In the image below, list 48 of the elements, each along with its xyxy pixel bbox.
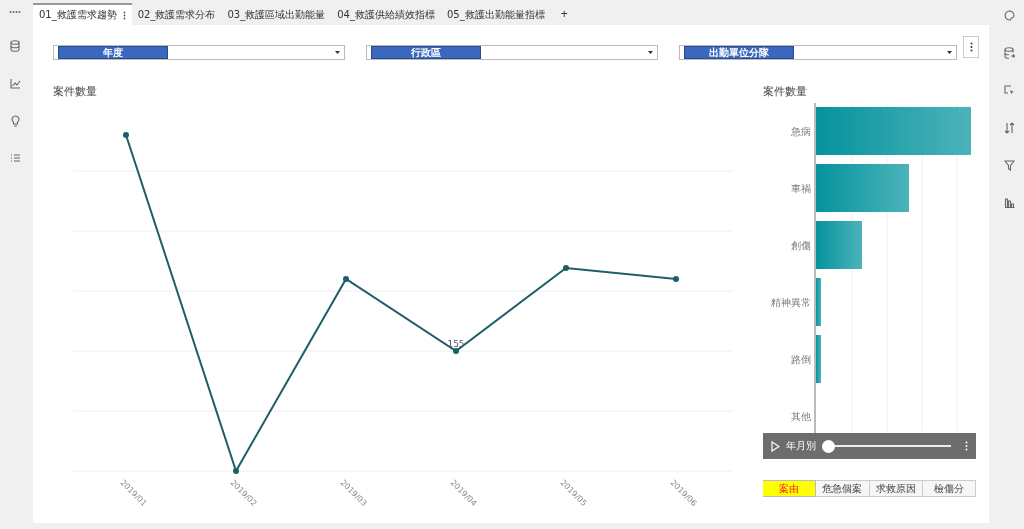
chart-title: 案件數量 — [763, 84, 808, 99]
play-icon[interactable] — [771, 440, 780, 452]
toggle-button[interactable]: 檢傷分 — [922, 480, 976, 497]
tab[interactable]: 02_救護需求分布 — [131, 3, 222, 25]
database-icon[interactable] — [10, 40, 20, 52]
bar — [816, 221, 862, 269]
dropdown[interactable]: 行政區 — [366, 45, 658, 60]
slider-thumb[interactable] — [822, 439, 835, 453]
dropdown[interactable]: 年度 — [53, 45, 345, 60]
data-point — [453, 348, 459, 354]
data-label: 155 — [447, 339, 465, 349]
bar — [816, 335, 821, 383]
axis-label: 其他 — [791, 411, 811, 422]
palette-icon[interactable] — [1003, 10, 1015, 21]
slider-label: 年月別 — [786, 439, 816, 453]
chart-title: 案件數量 — [53, 84, 98, 99]
data-point — [563, 265, 569, 271]
select-icon[interactable] — [1003, 85, 1015, 96]
tab[interactable]: 04_救護供給績效指標 — [331, 3, 441, 25]
more-icon[interactable] — [122, 10, 126, 20]
toggle-button[interactable]: 求救原因 — [869, 480, 923, 497]
filter-icon[interactable] — [1003, 160, 1015, 171]
caret-icon[interactable] — [335, 51, 340, 54]
axis-label: 急病 — [791, 126, 811, 137]
data-point — [233, 468, 239, 474]
tab[interactable]: 03_救護區域出勤能量 — [221, 3, 332, 25]
tab[interactable]: 01_救護需求趨勢 — [33, 3, 132, 25]
database-icon[interactable] — [1003, 47, 1015, 59]
more-icon[interactable] — [969, 42, 973, 52]
dropdown[interactable]: 出勤單位分隊 — [679, 45, 957, 60]
bar-chart-icon[interactable] — [1003, 197, 1015, 208]
axis-label: 創傷 — [791, 240, 811, 251]
bar — [816, 278, 821, 326]
data-point — [343, 276, 349, 282]
data-point — [673, 276, 679, 282]
toggle-button[interactable]: 危急個案 — [816, 480, 870, 497]
caret-icon[interactable] — [947, 51, 952, 54]
lightbulb-icon[interactable] — [10, 115, 20, 127]
toggle-button[interactable]: 案由 — [763, 480, 817, 497]
line-chart-icon[interactable] — [9, 78, 21, 89]
sort-icon[interactable] — [1003, 122, 1015, 134]
caret-icon[interactable] — [648, 51, 653, 54]
axis-label: 車禍 — [791, 183, 811, 194]
axis-label: 精神異常 — [771, 297, 811, 308]
axis-label: 路倒 — [791, 354, 811, 365]
tab[interactable]: 05_救護出勤能量指標 — [440, 3, 551, 25]
data-point — [123, 132, 129, 138]
add-tab-button[interactable]: + — [550, 3, 578, 25]
